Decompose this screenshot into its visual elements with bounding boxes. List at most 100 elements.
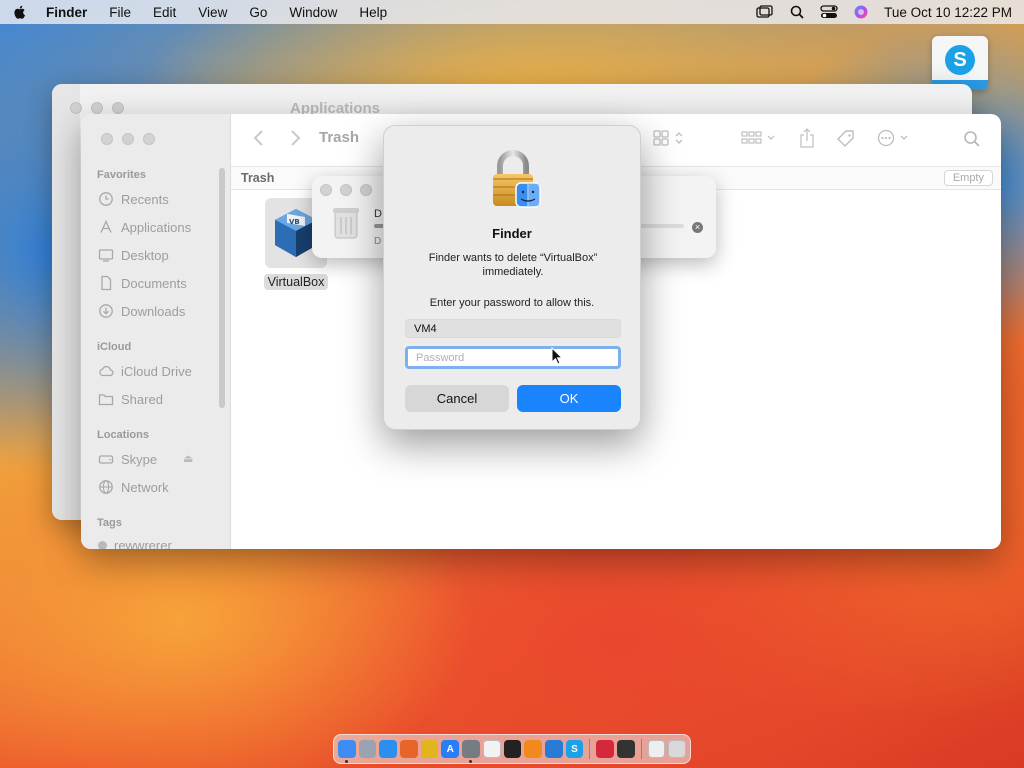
sidebar-item-downloads[interactable]: Downloads xyxy=(98,303,185,319)
empty-trash-button[interactable]: Empty xyxy=(943,170,993,186)
sidebar-item-tag[interactable]: rewwrerer xyxy=(98,538,172,549)
mouse-cursor-icon xyxy=(551,347,563,365)
forward-chevron-icon[interactable] xyxy=(289,129,301,147)
ok-button[interactable]: OK xyxy=(517,385,621,412)
group-by-icon[interactable] xyxy=(741,130,777,146)
authentication-dialog: Finder Finder wants to delete “VirtualBo… xyxy=(383,125,641,430)
sidebar-item-applications[interactable]: Applications xyxy=(98,219,191,235)
zoom-button[interactable] xyxy=(360,184,372,196)
minimize-button[interactable] xyxy=(91,102,103,114)
menu-help[interactable]: Help xyxy=(359,5,387,20)
menu-window[interactable]: Window xyxy=(289,5,337,20)
menu-view[interactable]: View xyxy=(198,5,227,20)
dock-launchpad-icon[interactable] xyxy=(358,740,377,758)
eject-icon[interactable]: ⏏ xyxy=(183,452,193,465)
svg-text:VB: VB xyxy=(289,218,300,226)
tag-dot-icon xyxy=(98,541,107,549)
dock-terminal-icon[interactable] xyxy=(503,740,522,758)
document-icon xyxy=(101,275,112,291)
sidebar: Favorites Recents Applications Desktop D… xyxy=(81,114,231,549)
menu-bar: Finder File Edit View Go Window Help Tue… xyxy=(0,0,1024,24)
sidebar-item-icloud-drive[interactable]: iCloud Drive xyxy=(98,363,192,379)
dock-vscode-icon[interactable] xyxy=(544,740,563,758)
globe-icon xyxy=(99,480,113,494)
dock-garageband-icon[interactable] xyxy=(524,740,542,758)
zoom-button[interactable] xyxy=(143,133,155,145)
sidebar-item-recents[interactable]: Recents xyxy=(98,191,169,207)
dialog-message: Finder wants to delete “VirtualBox” imme… xyxy=(428,252,598,278)
screen-mirroring-icon[interactable] xyxy=(756,5,774,19)
download-icon xyxy=(99,304,113,318)
dock-downloads-stack-icon[interactable] xyxy=(647,740,666,758)
progress-title: D xyxy=(374,208,382,220)
sidebar-item-documents[interactable]: Documents xyxy=(98,275,187,291)
dock-safari-icon[interactable] xyxy=(379,740,398,758)
sidebar-scrollbar[interactable] xyxy=(219,168,225,408)
applications-sidebar xyxy=(52,84,80,520)
skype-desktop-icon[interactable]: S xyxy=(932,36,988,90)
username-field[interactable] xyxy=(405,319,621,338)
siri-icon[interactable] xyxy=(854,5,868,19)
desktop-icon xyxy=(98,249,114,262)
sidebar-item-network[interactable]: Network xyxy=(98,479,169,495)
menu-go[interactable]: Go xyxy=(249,5,267,20)
password-field[interactable] xyxy=(405,346,621,369)
file-label: VirtualBox xyxy=(263,274,329,290)
menu-edit[interactable]: Edit xyxy=(153,5,176,20)
more-actions-icon[interactable] xyxy=(877,129,913,147)
zoom-button[interactable] xyxy=(112,102,124,114)
tag-icon[interactable] xyxy=(836,129,856,149)
minimize-button[interactable] xyxy=(340,184,352,196)
minimize-button[interactable] xyxy=(122,133,134,145)
dock-skype-icon[interactable]: S xyxy=(565,740,584,758)
back-chevron-icon[interactable] xyxy=(253,129,265,147)
progress-traffic-lights xyxy=(320,184,372,196)
stop-icon[interactable]: × xyxy=(692,222,703,233)
search-icon[interactable] xyxy=(790,5,804,19)
dock-app-store-icon[interactable]: A xyxy=(441,740,460,758)
clock-icon xyxy=(99,192,113,206)
dock-chrome-icon[interactable] xyxy=(420,740,439,758)
cancel-button[interactable]: Cancel xyxy=(405,385,509,412)
sidebar-item-label: Recents xyxy=(121,191,169,207)
path-label: Trash xyxy=(241,171,275,185)
applications-icon xyxy=(100,219,112,233)
window-title: Trash xyxy=(319,129,360,146)
sidebar-section-favorites: Favorites xyxy=(97,169,146,181)
sidebar-item-label: Network xyxy=(121,479,169,495)
dock-piano-app-icon[interactable] xyxy=(616,740,635,758)
dock-finder-icon[interactable] xyxy=(338,740,356,763)
sidebar-item-label: Shared xyxy=(121,391,163,407)
menu-app-name[interactable]: Finder xyxy=(46,5,87,20)
dock-firefox-icon[interactable] xyxy=(400,740,418,758)
sidebar-item-desktop[interactable]: Desktop xyxy=(98,247,169,263)
sidebar-item-label: iCloud Drive xyxy=(121,363,192,379)
progress-subtitle: D xyxy=(374,236,382,247)
shared-folder-icon xyxy=(98,394,114,406)
dock-parallels-icon[interactable] xyxy=(596,740,614,758)
share-icon[interactable] xyxy=(799,128,815,148)
close-button[interactable] xyxy=(70,102,82,114)
sidebar-section-tags: Tags xyxy=(97,517,122,529)
cloud-icon xyxy=(99,365,114,377)
sidebar-item-label: Applications xyxy=(121,219,192,235)
icon-view-icon[interactable] xyxy=(653,130,685,146)
apple-menu-icon[interactable] xyxy=(12,4,28,20)
trash-window-traffic-lights xyxy=(101,133,155,145)
dock-textedit-icon[interactable] xyxy=(482,740,501,758)
sidebar-item-skype[interactable]: Skype xyxy=(98,451,157,467)
sidebar-item-shared[interactable]: Shared xyxy=(98,391,163,407)
menu-file[interactable]: File xyxy=(109,5,131,20)
lock-icon xyxy=(493,150,541,208)
sidebar-section-locations: Locations xyxy=(97,429,149,441)
trash-can-icon xyxy=(333,208,359,239)
dock-trash-icon[interactable] xyxy=(668,740,687,758)
close-button[interactable] xyxy=(101,133,113,145)
close-button[interactable] xyxy=(320,184,332,196)
menu-clock[interactable]: Tue Oct 10 12:22 PM xyxy=(884,5,1012,20)
dock-system-settings-icon[interactable] xyxy=(462,740,480,763)
sidebar-item-label: Downloads xyxy=(121,303,186,319)
control-center-icon[interactable] xyxy=(820,5,838,19)
search-icon[interactable] xyxy=(963,130,981,148)
dock: AS xyxy=(333,734,691,764)
